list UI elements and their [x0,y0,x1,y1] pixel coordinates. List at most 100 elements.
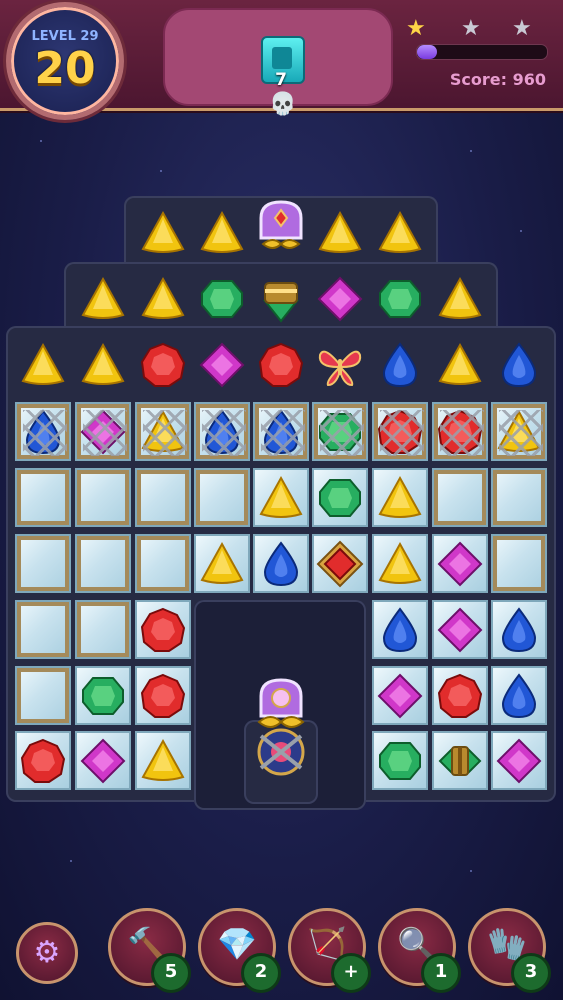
board-cell-r8-c2[interactable] [135,731,191,790]
board-cell-r7-c6[interactable] [372,666,428,725]
purple-gem-icon [436,606,484,654]
board-cell-r5-c1[interactable] [75,534,131,593]
board-cell-r6-c1[interactable] [75,600,131,659]
bow-drill-booster-button[interactable]: 🏹 + [288,908,371,993]
board-cell-r6-c7[interactable] [432,600,488,659]
board-cell-r1-c2[interactable] [135,269,191,328]
board-cell-r6-c8[interactable] [491,600,547,659]
shuffle-gem-booster-button[interactable]: 💎 2 [198,908,281,993]
board-cell-r8-c8[interactable] [491,731,547,790]
board-cell-r1-c3[interactable] [194,269,250,328]
board-cell-r5-c2[interactable] [135,534,191,593]
board-cell-r7-c1[interactable] [75,666,131,725]
board-cell-r0-c2[interactable] [135,203,191,262]
board-cell-r7-c8[interactable] [491,666,547,725]
board-cell-r8-c0[interactable] [15,731,71,790]
board-cell-r6-c6[interactable] [372,600,428,659]
board-cell-r3-c2[interactable] [135,402,191,461]
board-cell-r1-c7[interactable] [432,269,488,328]
board-cell-r1-c6[interactable] [372,269,428,328]
board-cell-r0-c3[interactable] [194,203,250,262]
board-cell-r4-c6[interactable] [372,468,428,527]
board-cell-r5-c3[interactable] [194,534,250,593]
board-cell-r8-c4[interactable] [251,676,311,780]
board-cell-r3-c4[interactable] [253,402,309,461]
booster-count-badge: 3 [511,953,551,993]
purple-gem-icon [316,275,364,323]
yellow-gem-icon [495,408,543,456]
blue-gem-icon [376,341,424,389]
blue-gem-icon [495,341,543,389]
board-cell-r4-c3[interactable] [194,468,250,527]
board-cell-r4-c1[interactable] [75,468,131,527]
purple-gem-icon [376,672,424,720]
board-cell-r5-c7[interactable] [432,534,488,593]
board-cell-r1-c4[interactable] [253,269,309,328]
yellow-gem-icon [79,341,127,389]
board-cell-r1-c1[interactable] [75,269,131,328]
board-cell-r3-c8[interactable] [491,402,547,461]
board-cell-r3-c1[interactable] [75,402,131,461]
booster-bar: 🔨 5 💎 2 🏹 + 🔍 1 🧤 3 [0,900,563,1000]
board-cell-r2-c0[interactable] [15,335,71,394]
board-cell-r8-c7[interactable] [432,731,488,790]
red-gem-icon [436,672,484,720]
hammer-booster-button[interactable]: 🔨 5 [108,908,191,993]
board-cell-r2-c1[interactable] [75,335,131,394]
board-cell-r6-c0[interactable] [15,600,71,659]
board-cell-r6-c2[interactable] [135,600,191,659]
yellow-gem-icon [139,275,187,323]
board-cell-r7-c0[interactable] [15,666,71,725]
purple-gem-icon [79,737,127,785]
red-special-gem-icon [316,540,364,588]
board-cell-r5-c8[interactable] [491,534,547,593]
blue-gem-icon [495,672,543,720]
green-bomb-gem-icon [436,737,484,785]
board-cell-r8-c6[interactable] [372,731,428,790]
board-cell-r2-c8[interactable] [491,335,547,394]
green-gem-icon [79,672,127,720]
board-cell-r2-c7[interactable] [432,335,488,394]
board-cell-r2-c4[interactable] [253,335,309,394]
green-gem-icon [376,737,424,785]
yellow-gem-icon [139,209,187,257]
board-cell-r2-c3[interactable] [194,335,250,394]
board-cell-r1-c5[interactable] [312,269,368,328]
board-cell-r4-c5[interactable] [312,468,368,527]
board-cell-r2-c5[interactable] [312,335,368,394]
board-cell-r8-c1[interactable] [75,731,131,790]
yellow-gem-icon [436,275,484,323]
board-cell-r2-c2[interactable] [135,335,191,394]
board-cell-r7-c2[interactable] [135,666,191,725]
board-cell-r4-c2[interactable] [135,468,191,527]
yellow-gem-icon [316,209,364,257]
magnifier-booster-button[interactable]: 🔍 1 [378,908,461,993]
board-cell-r3-c5[interactable] [312,402,368,461]
booster-count-badge: 1 [421,953,461,993]
board-cell-r3-c0[interactable] [15,402,71,461]
board-cell-r7-c7[interactable] [432,666,488,725]
blue-gem-icon [198,408,246,456]
purple-gem-icon [79,408,127,456]
glove-booster-button[interactable]: 🧤 3 [468,908,551,993]
board-cell-r0-c6[interactable] [372,203,428,262]
board-cell-r5-c6[interactable] [372,534,428,593]
board-cell-r2-c6[interactable] [372,335,428,394]
yellow-gem-icon [198,540,246,588]
butterfly-gem-icon [316,341,364,389]
board-cell-r3-c7[interactable] [432,402,488,461]
board-cell-r4-c0[interactable] [15,468,71,527]
board-cell-r5-c5[interactable] [312,534,368,593]
board-cell-r3-c6[interactable] [372,402,428,461]
board-cell-r0-c5[interactable] [312,203,368,262]
board-cell-r5-c0[interactable] [15,534,71,593]
board-cell-r4-c7[interactable] [432,468,488,527]
board-cell-r0-c4[interactable] [253,200,309,262]
board-cell-r4-c8[interactable] [491,468,547,527]
board-cell-r4-c4[interactable] [253,468,309,527]
purple-gem-icon [198,341,246,389]
board-cell-r5-c4[interactable] [253,534,309,593]
purple-gem-icon [495,737,543,785]
board-cell-r3-c3[interactable] [194,402,250,461]
yellow-gem-icon [376,209,424,257]
